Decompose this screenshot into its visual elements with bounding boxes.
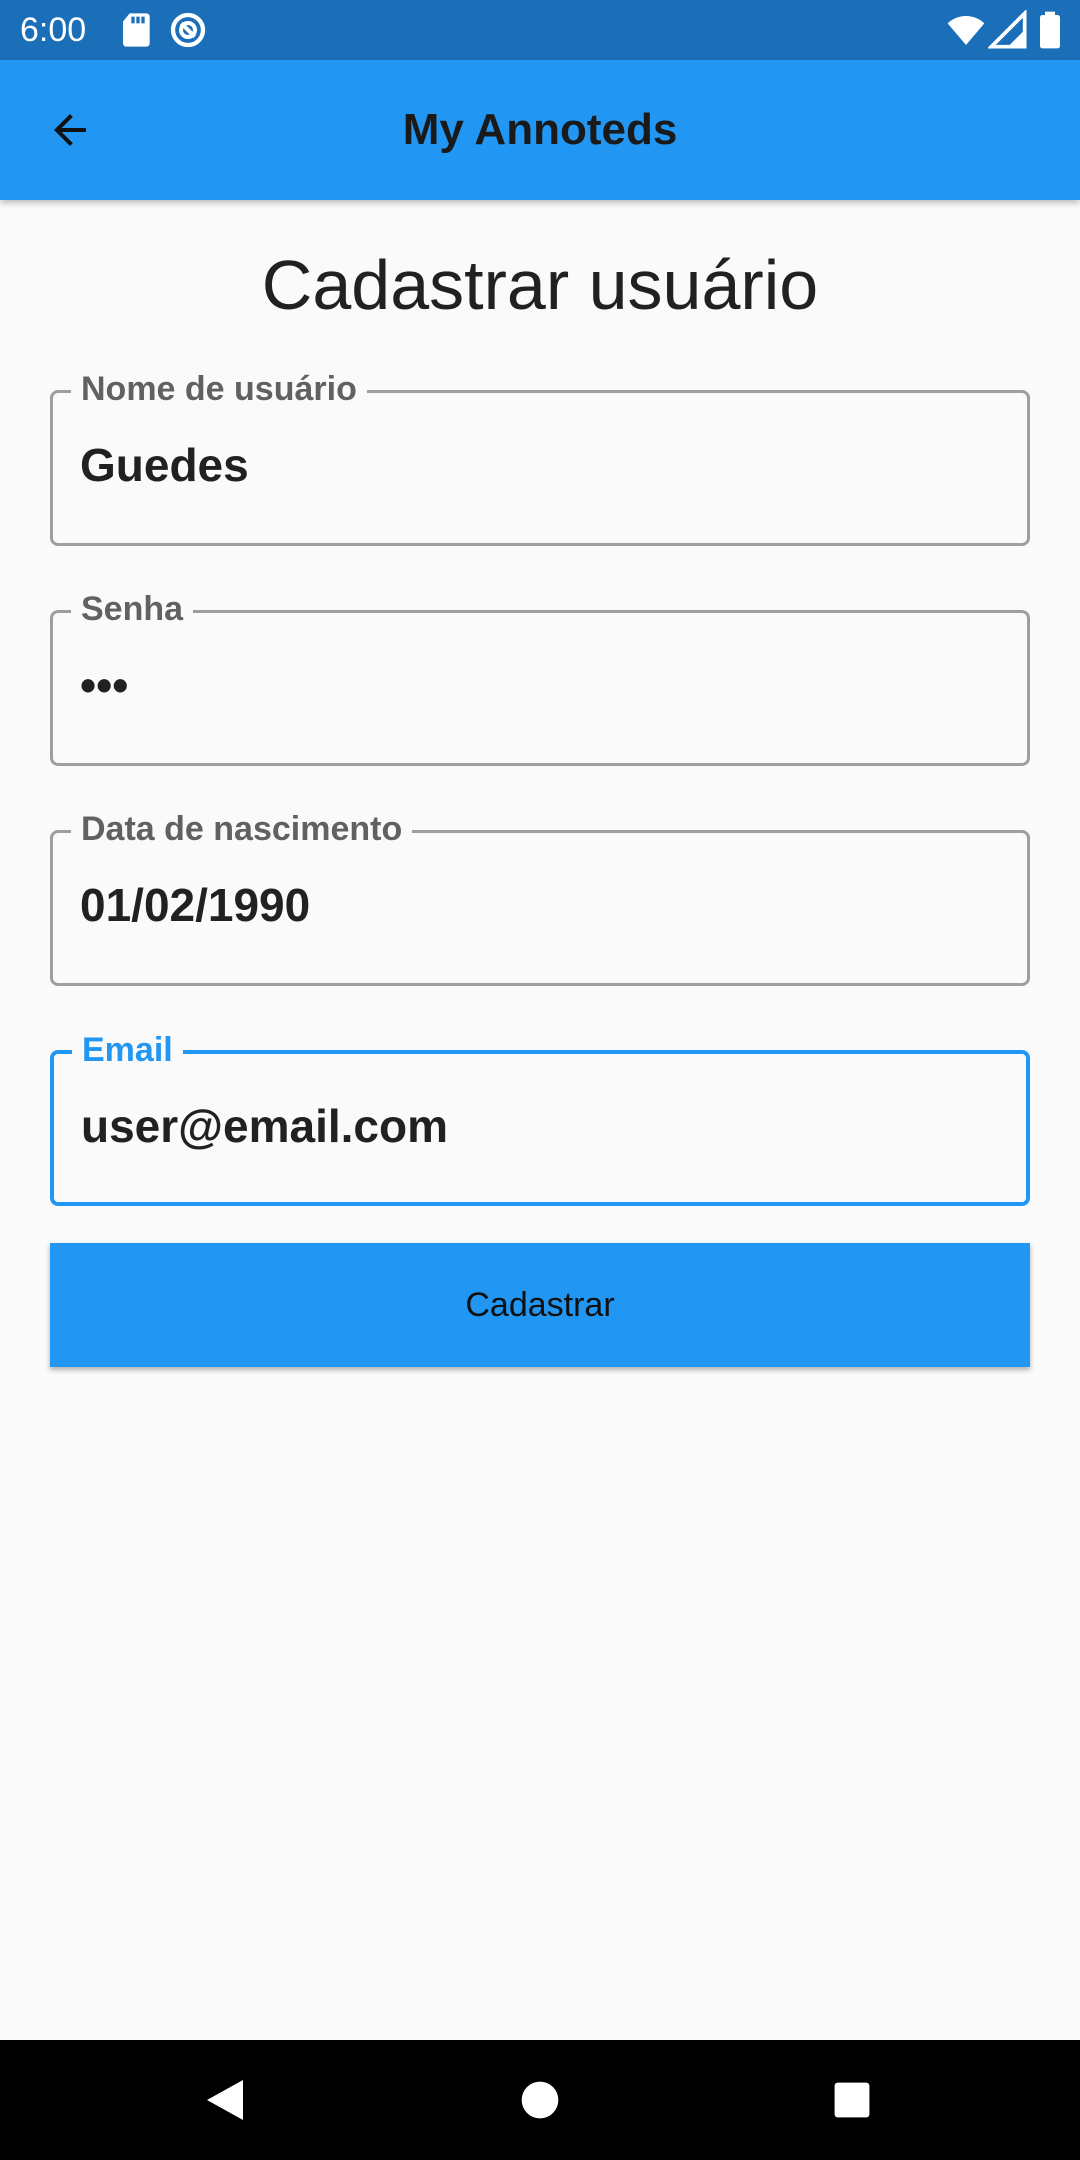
nav-bar: [0, 2040, 1080, 2160]
wifi-icon: [947, 16, 985, 45]
birthdate-field-value[interactable]: 01/02/1990: [80, 877, 310, 933]
nav-home-button[interactable]: [510, 2070, 570, 2130]
status-time: 6:00: [20, 11, 87, 49]
email-field-label: Email: [72, 1030, 183, 1070]
sd-card-icon: [123, 13, 150, 47]
recents-square-icon: [834, 2082, 870, 2118]
cadastrar-button[interactable]: Cadastrar: [50, 1243, 1030, 1367]
birthdate-field[interactable]: Data de nascimento 01/02/1990: [50, 809, 1030, 986]
page-title: Cadastrar usuário: [261, 246, 819, 324]
email-field-value[interactable]: user@email.com: [81, 1098, 448, 1154]
password-field[interactable]: Senha •••: [50, 589, 1030, 766]
email-field[interactable]: Email user@email.com: [50, 1030, 1030, 1206]
password-field-label: Senha: [71, 589, 194, 629]
battery-icon: [1040, 11, 1060, 49]
status-bar: 6:00: [0, 0, 1080, 60]
birthdate-field-label: Data de nascimento: [71, 809, 413, 849]
nav-recents-button[interactable]: [822, 2070, 882, 2130]
username-field[interactable]: Nome de usuário Guedes: [50, 369, 1030, 546]
app-bar: My Annoteds: [0, 60, 1080, 200]
home-circle-icon: [521, 2081, 559, 2119]
sync-icon: [170, 12, 206, 48]
arrow-back-icon: [54, 114, 86, 146]
nav-back-button[interactable]: [195, 2070, 255, 2130]
back-button[interactable]: [30, 100, 110, 160]
username-field-label: Nome de usuário: [71, 369, 367, 409]
signal-icon: [988, 10, 1027, 49]
screen: 6:00 My Annoteds Cadastrar usuário Nome …: [0, 0, 1080, 2160]
back-triangle-icon: [207, 2080, 243, 2120]
app-title: My Annoteds: [402, 105, 678, 154]
username-field-value[interactable]: Guedes: [80, 437, 249, 493]
password-field-value[interactable]: •••: [80, 657, 128, 713]
